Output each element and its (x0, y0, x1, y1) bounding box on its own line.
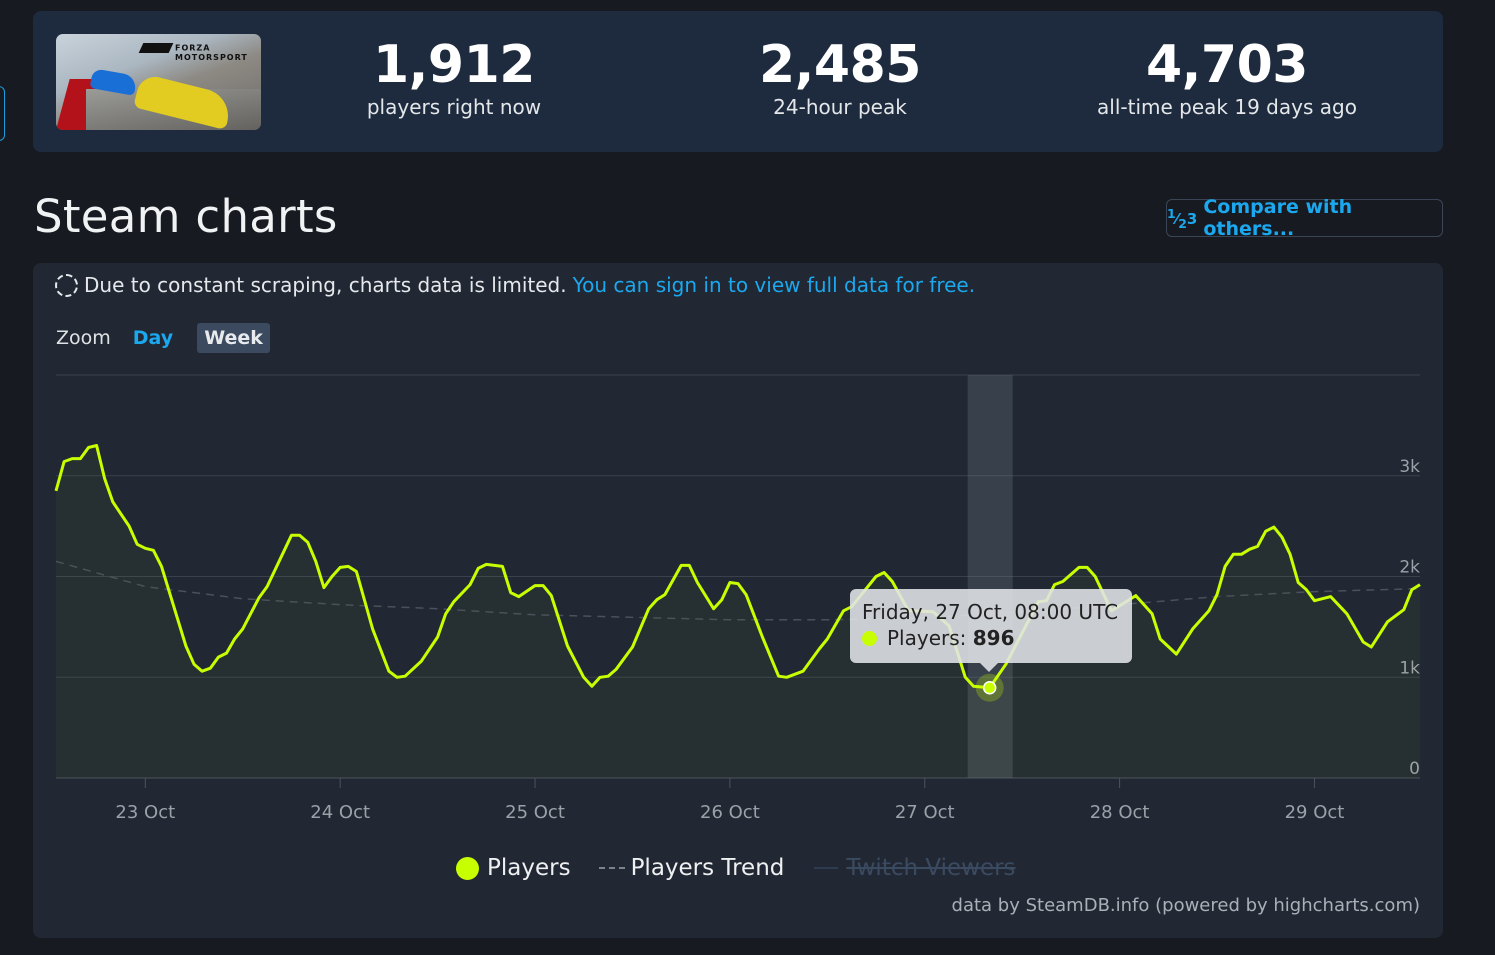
tooltip-date: Friday, 27 Oct, 08:00 UTC (862, 600, 1119, 624)
series-dot-icon (862, 630, 877, 646)
players-chart[interactable]: 01k2k3k23 Oct24 Oct25 Oct26 Oct27 Oct28 … (33, 263, 1443, 863)
chart-credit: data by SteamDB.info (powered by highcha… (951, 895, 1420, 916)
stat-value: 4,703 (1146, 35, 1308, 95)
numbers-icon: 1⁄23 (1167, 205, 1198, 231)
y-tick-label: 2k (1399, 558, 1420, 578)
x-tick-label: 24 Oct (310, 802, 370, 823)
x-tick-label: 23 Oct (115, 802, 175, 823)
tooltip-series: Players: (887, 626, 967, 650)
x-tick-label: 26 Oct (700, 802, 760, 823)
stat-value: 1,912 (373, 35, 535, 95)
dashed-line-icon (598, 867, 625, 869)
stat-24h-peak: 2,485 24-hour peak (660, 37, 1020, 119)
game-logo: FORZA MOTORSPORT (138, 43, 248, 62)
chart-tooltip: Friday, 27 Oct, 08:00 UTC Players: 896 (850, 589, 1132, 672)
x-tick-label: 27 Oct (895, 802, 955, 823)
legend-twitch-viewers[interactable]: Twitch Viewers (846, 855, 1015, 881)
stat-label: all-time peak 19 days ago (1097, 95, 1357, 119)
stats-card: FORZA MOTORSPORT 1,912 players right now … (33, 11, 1443, 152)
stat-label: 24-hour peak (773, 95, 907, 119)
chart-panel: Due to constant scraping, charts data is… (33, 263, 1443, 938)
stat-all-time-peak: 4,703 all-time peak 19 days ago (1047, 37, 1407, 119)
hover-point (982, 680, 997, 695)
y-tick-label: 3k (1399, 457, 1420, 477)
tooltip-value: 896 (972, 626, 1015, 650)
chart-legend: Players Players Trend Twitch Viewers (456, 855, 1016, 881)
legend-players[interactable]: Players (487, 855, 571, 881)
stat-value: 2,485 (759, 35, 921, 95)
section-title: Steam charts (34, 190, 338, 243)
players-legend-dot-icon (456, 856, 479, 880)
game-thumbnail[interactable]: FORZA MOTORSPORT (56, 34, 261, 130)
stat-current-players: 1,912 players right now (274, 37, 634, 119)
x-tick-label: 29 Oct (1285, 802, 1345, 823)
compare-label: Compare with others... (1203, 196, 1353, 240)
legend-players-trend[interactable]: Players Trend (631, 855, 785, 881)
side-tab[interactable] (0, 86, 5, 141)
compare-button[interactable]: 1⁄23 Compare with others... (1166, 196, 1443, 240)
players-area (56, 446, 1420, 779)
stat-label: players right now (366, 95, 542, 119)
x-tick-label: 28 Oct (1090, 802, 1150, 823)
x-tick-label: 25 Oct (505, 802, 565, 823)
line-icon (814, 867, 839, 869)
